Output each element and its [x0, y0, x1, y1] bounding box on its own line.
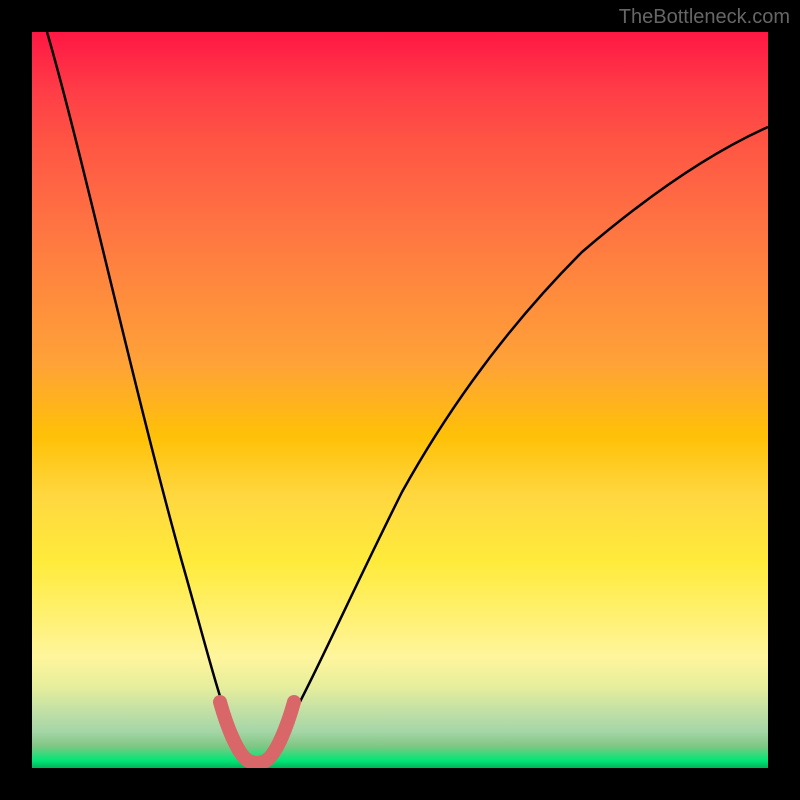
bottleneck-chart [32, 32, 768, 768]
highlight-segment-line [220, 702, 294, 763]
watermark-text: TheBottleneck.com [619, 6, 790, 29]
bottleneck-curve-line [47, 32, 768, 760]
